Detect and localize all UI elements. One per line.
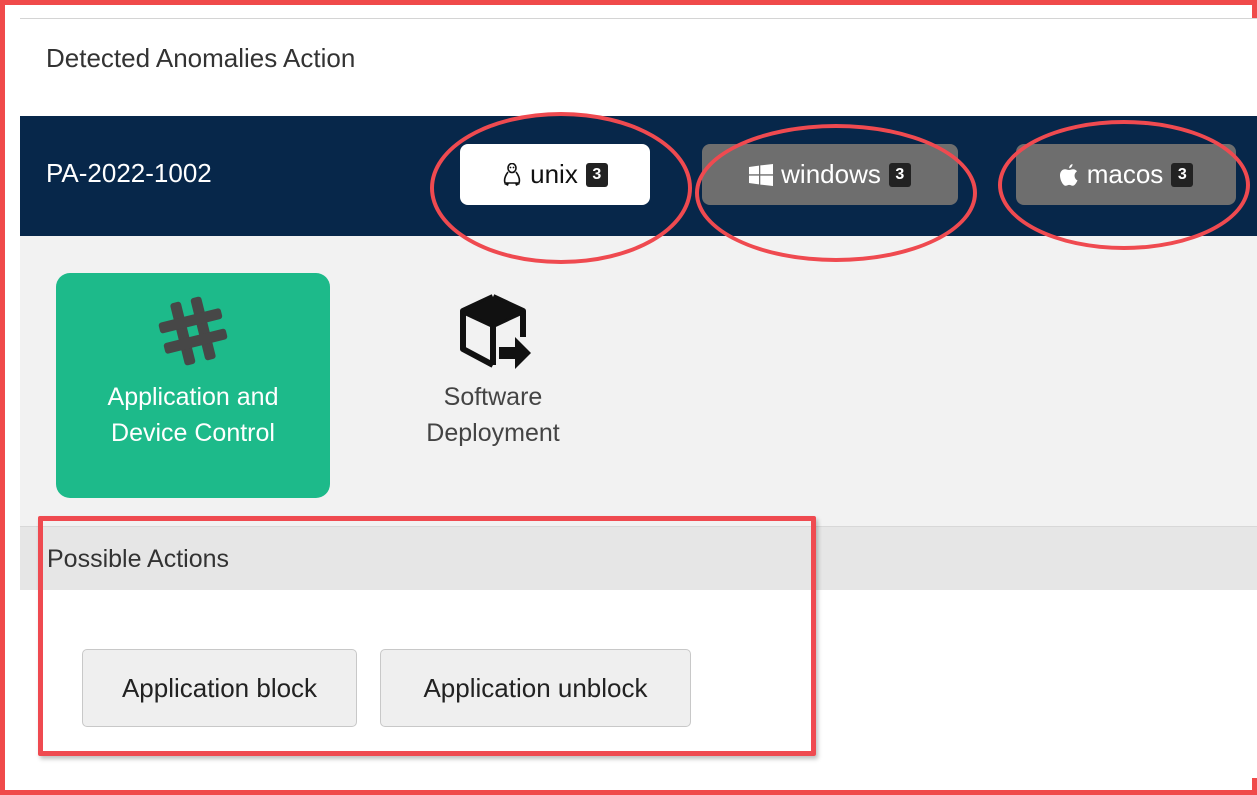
anomalies-panel: Detected Anomalies Action PA-2022-1002 u… <box>20 18 1257 778</box>
tab-windows[interactable]: windows 3 <box>702 144 958 205</box>
windows-logo-icon <box>749 163 774 186</box>
box-arrow-icon <box>356 291 630 371</box>
category-tiles: Application and Device Control Software … <box>20 236 1257 526</box>
os-navbar: PA-2022-1002 unix 3 windows 3 macos 3 <box>20 116 1257 236</box>
tab-macos-count-badge: 3 <box>1171 162 1194 187</box>
possible-actions-body: Application block Application unblock <box>20 590 1257 778</box>
tab-unix-count-badge: 3 <box>585 162 608 187</box>
tab-windows-count-badge: 3 <box>888 162 911 187</box>
tab-macos-label: macos <box>1086 159 1164 189</box>
category-label-line2: Device Control <box>111 419 275 448</box>
category-label-line1: Software <box>443 383 543 411</box>
tab-unix-label: unix <box>530 159 578 189</box>
application-block-button[interactable]: Application block <box>82 649 357 727</box>
category-software-deployment[interactable]: Software Deployment <box>356 273 630 498</box>
tab-macos[interactable]: macos 3 <box>1016 144 1236 205</box>
tab-unix[interactable]: unix 3 <box>460 144 650 205</box>
panel-header: Detected Anomalies Action <box>20 18 1257 117</box>
category-label-line1: Application and <box>107 383 279 411</box>
possible-actions-header: Possible Actions <box>20 526 1257 591</box>
apple-logo-icon <box>1059 163 1079 187</box>
category-label-line2: Deployment <box>426 419 560 448</box>
application-unblock-button[interactable]: Application unblock <box>380 649 691 727</box>
possible-actions-title: Possible Actions <box>47 545 230 573</box>
linux-penguin-icon <box>502 162 522 187</box>
category-application-device-control[interactable]: Application and Device Control <box>56 273 330 498</box>
hashtag-icon <box>56 291 330 371</box>
patch-id-label: PA-2022-1002 <box>46 158 212 188</box>
panel-title: Detected Anomalies Action <box>46 43 356 73</box>
tab-windows-label: windows <box>781 159 881 189</box>
